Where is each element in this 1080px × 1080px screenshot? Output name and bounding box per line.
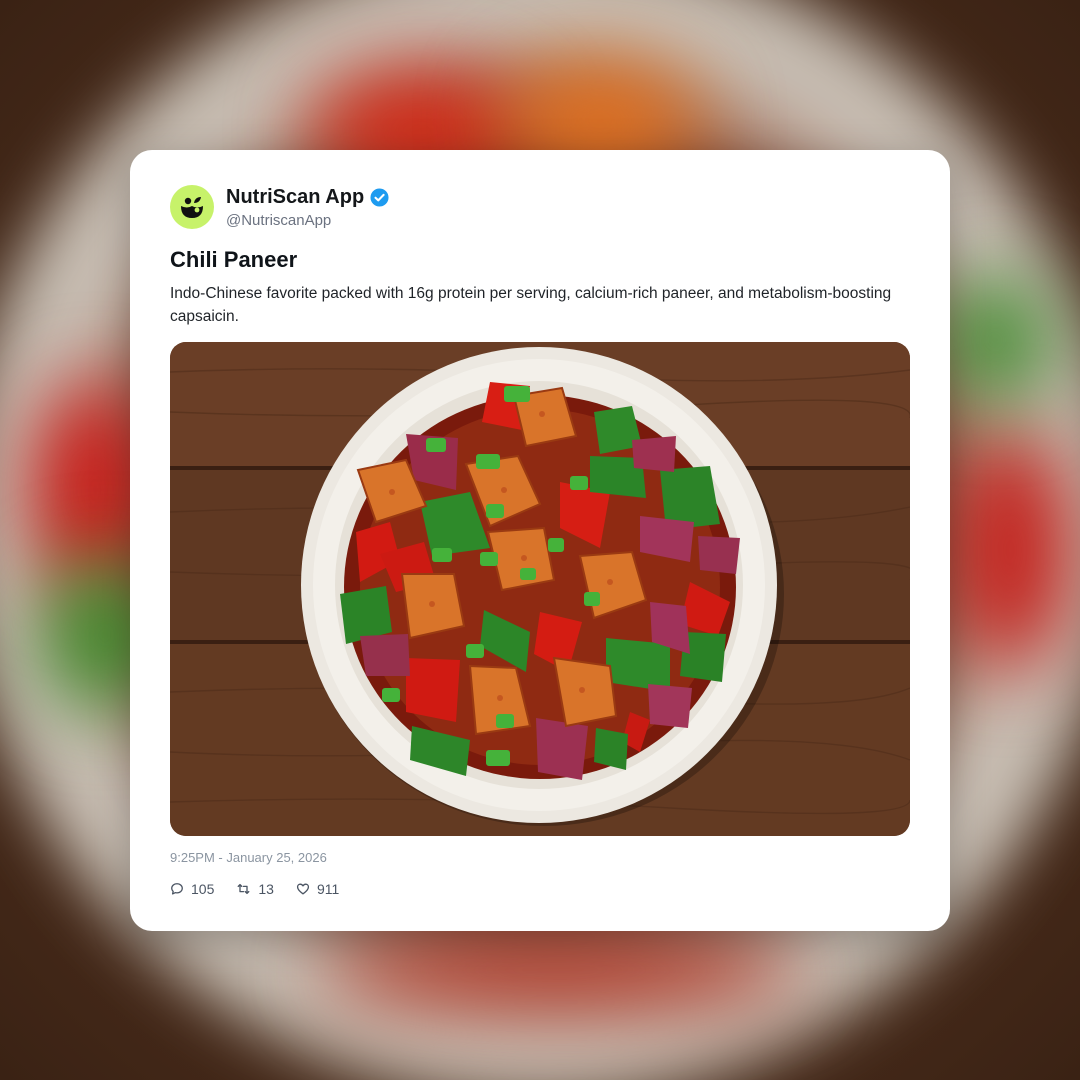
post-actions: 105 13 911 [170,881,361,897]
food-photo[interactable] [170,342,910,836]
chili-paneer-image [170,342,910,836]
post-timestamp: 9:25PM - January 25, 2026 [170,850,327,865]
nutriscan-logo-icon [181,197,203,218]
reply-count: 105 [191,881,215,897]
repost-count: 13 [258,881,274,897]
like-count: 911 [316,881,340,897]
comment-icon [171,883,183,895]
repost-icon [237,883,250,895]
repost-button[interactable]: 13 [236,881,274,897]
display-name[interactable]: NutriScan App [226,186,364,209]
reply-button[interactable]: 105 [170,881,214,897]
heart-icon [296,883,310,895]
verified-badge-icon [370,187,389,207]
post-header: NutriScan App @NutriscanApp [170,185,389,229]
avatar[interactable] [170,185,214,229]
post-body: Indo-Chinese favorite packed with 16g pr… [170,285,892,325]
post-title: Chili Paneer [170,247,298,272]
post-card: NutriScan App @NutriscanApp Chili Paneer… [130,150,950,931]
user-handle[interactable]: @NutriscanApp [226,212,389,229]
like-button[interactable]: 911 [296,881,339,897]
